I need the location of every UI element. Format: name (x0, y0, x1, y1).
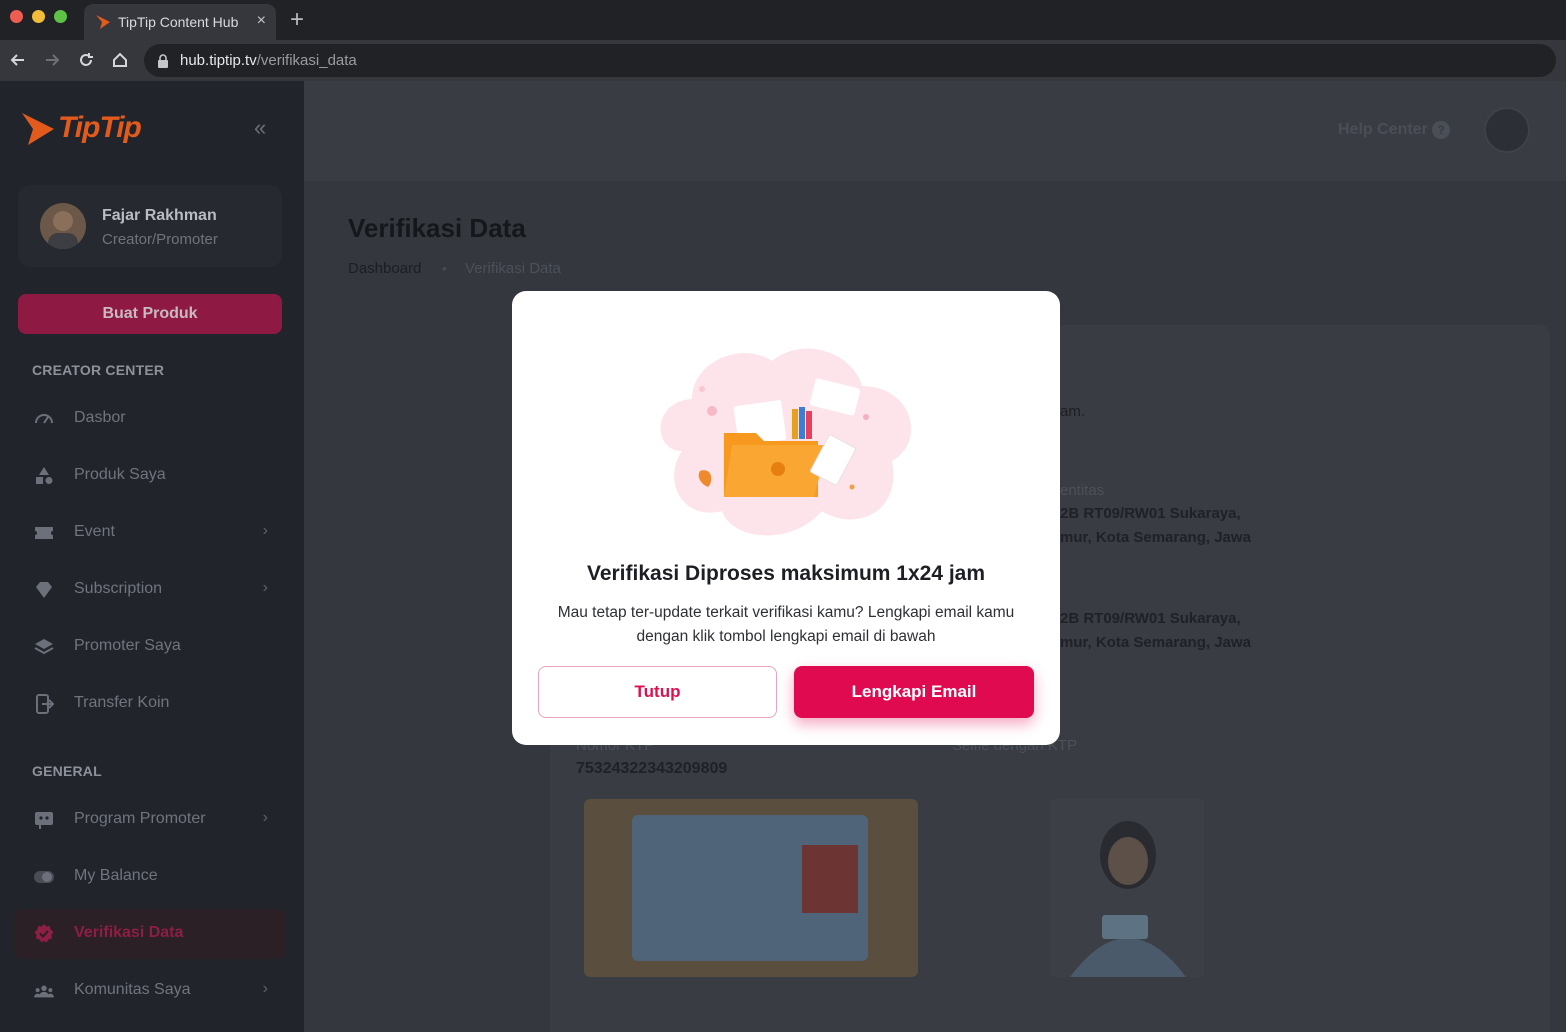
create-product-button[interactable]: Buat Produk (18, 294, 282, 334)
profile-role: Creator/Promoter (102, 231, 218, 248)
tiptip-logo-icon (22, 113, 54, 145)
address-line-2: mur, Kota Semarang, Jawa (1060, 529, 1251, 546)
sidebar-item-dasbor[interactable]: Dasbor (14, 394, 286, 444)
modal-title: Verifikasi Diproses maksimum 1x24 jam (586, 562, 986, 585)
collapse-sidebar-icon[interactable]: « (254, 115, 266, 141)
address-line-1: 2B RT09/RW01 Sukaraya, (1060, 505, 1241, 522)
sidebar-item-label: Verifikasi Data (74, 924, 184, 941)
browser-toolbar: hub.tiptip.tv/verifikasi_data (0, 40, 1566, 81)
home-icon[interactable] (110, 50, 130, 70)
info-text-fragment: am. (1060, 403, 1086, 420)
top-header: Help Center ? (304, 81, 1566, 181)
sidebar-item-label: Dasbor (74, 409, 126, 426)
sidebar-item-label: Transfer Koin (74, 694, 170, 711)
tab-close-icon[interactable]: × (257, 12, 266, 30)
sidebar-item-label: Subscription (74, 580, 163, 597)
profile-name: Fajar Rakhman (102, 207, 217, 224)
community-icon (34, 985, 54, 998)
section-title-general: GENERAL (32, 763, 102, 779)
browser-tab-bar: TipTip Content Hub × + (0, 0, 1566, 40)
verified-badge-icon (34, 924, 54, 943)
chevron-right-icon: › (262, 980, 268, 997)
identity-label-fragment: entitas (1060, 482, 1105, 499)
forward-arrow-icon[interactable] (42, 50, 62, 70)
selfie-image (1050, 799, 1204, 977)
sidebar-item-event[interactable]: Event › (14, 508, 286, 558)
diamond-icon (36, 582, 52, 598)
browser-tab[interactable]: TipTip Content Hub × (84, 4, 276, 40)
chevron-right-icon: › (262, 522, 268, 539)
back-arrow-icon[interactable] (8, 50, 28, 70)
sidebar-item-my-balance[interactable]: My Balance (14, 852, 286, 902)
url-text: hub.tiptip.tv/verifikasi_data (180, 52, 357, 69)
sidebar-item-subscription[interactable]: Subscription › (14, 565, 286, 615)
verification-modal: Verifikasi Diproses maksimum 1x24 jam Ma… (512, 291, 1060, 745)
breadcrumb-current: Verifikasi Data (465, 260, 561, 277)
address-bar[interactable]: hub.tiptip.tv/verifikasi_data (144, 44, 1556, 77)
complete-email-button[interactable]: Lengkapi Email (794, 666, 1034, 718)
nik-value: 75324322343209809 (576, 760, 728, 777)
page: { "browser": { "tab_title": "TipTip Cont… (0, 0, 1566, 1032)
breadcrumb-separator: • (442, 261, 447, 276)
ktp-card-graphic (632, 815, 868, 961)
avatar (40, 203, 86, 249)
window-close-button[interactable] (10, 10, 23, 23)
gauge-icon (35, 414, 53, 424)
new-tab-button[interactable]: + (290, 6, 304, 34)
url-host: hub.tiptip.tv (180, 52, 257, 69)
question-icon[interactable]: ? (1432, 121, 1450, 139)
sidebar-item-promoter-saya[interactable]: Promoter Saya (14, 622, 286, 672)
sidebar-item-label: Event (74, 523, 115, 540)
ticket-icon (35, 527, 53, 539)
page-title: Verifikasi Data (348, 213, 526, 243)
tiptip-favicon-icon (96, 15, 110, 29)
ktp-photo (802, 845, 858, 913)
logo-text: TipTip (58, 111, 142, 144)
window-minimize-button[interactable] (32, 10, 45, 23)
close-button[interactable]: Tutup (538, 666, 777, 718)
sidebar-item-label: Program Promoter (74, 810, 206, 827)
chevron-right-icon: › (262, 579, 268, 596)
sidebar-item-label: Promoter Saya (74, 637, 181, 654)
domicile-line-2: mur, Kota Semarang, Jawa (1060, 634, 1251, 651)
breadcrumb-dashboard[interactable]: Dashboard (348, 260, 421, 277)
sidebar-item-verifikasi-data[interactable]: Verifikasi Data (14, 909, 286, 959)
sidebar-item-label: Komunitas Saya (74, 981, 191, 998)
sidebar-item-label: Produk Saya (74, 466, 166, 483)
sidebar-item-label: My Balance (74, 867, 158, 884)
user-avatar[interactable] (1484, 107, 1530, 153)
chevron-right-icon: › (262, 809, 268, 826)
url-path: /verifikasi_data (256, 52, 357, 69)
tab-title: TipTip Content Hub (118, 14, 239, 30)
profile-card[interactable]: Fajar Rakhman Creator/Promoter (18, 185, 282, 267)
domicile-line-1: 2B RT09/RW01 Sukaraya, (1060, 610, 1241, 627)
ktp-image (584, 799, 918, 977)
transfer-icon (36, 694, 54, 714)
sidebar-item-produk-saya[interactable]: Produk Saya (14, 451, 286, 501)
modal-description: Mau tetap ter-update terkait verifikasi … (557, 604, 1015, 645)
lock-icon (158, 54, 168, 68)
sidebar-item-transfer-koin[interactable]: Transfer Koin (14, 679, 286, 729)
window-maximize-button[interactable] (54, 10, 67, 23)
toggle-icon (34, 871, 54, 883)
section-title-creator-center: CREATOR CENTER (32, 362, 165, 378)
help-center-link[interactable]: Help Center (1338, 121, 1428, 139)
shapes-icon (36, 467, 53, 484)
program-icon (35, 812, 53, 829)
reload-icon[interactable] (76, 50, 96, 70)
sidebar-item-komunitas-saya[interactable]: Komunitas Saya › (14, 966, 286, 1016)
sidebar: TipTip « Fajar Rakhman Creator/Promoter … (0, 81, 304, 1032)
sidebar-item-program-promoter[interactable]: Program Promoter › (14, 795, 286, 845)
folder-documents-illustration (660, 348, 912, 536)
layers-icon (34, 639, 54, 655)
